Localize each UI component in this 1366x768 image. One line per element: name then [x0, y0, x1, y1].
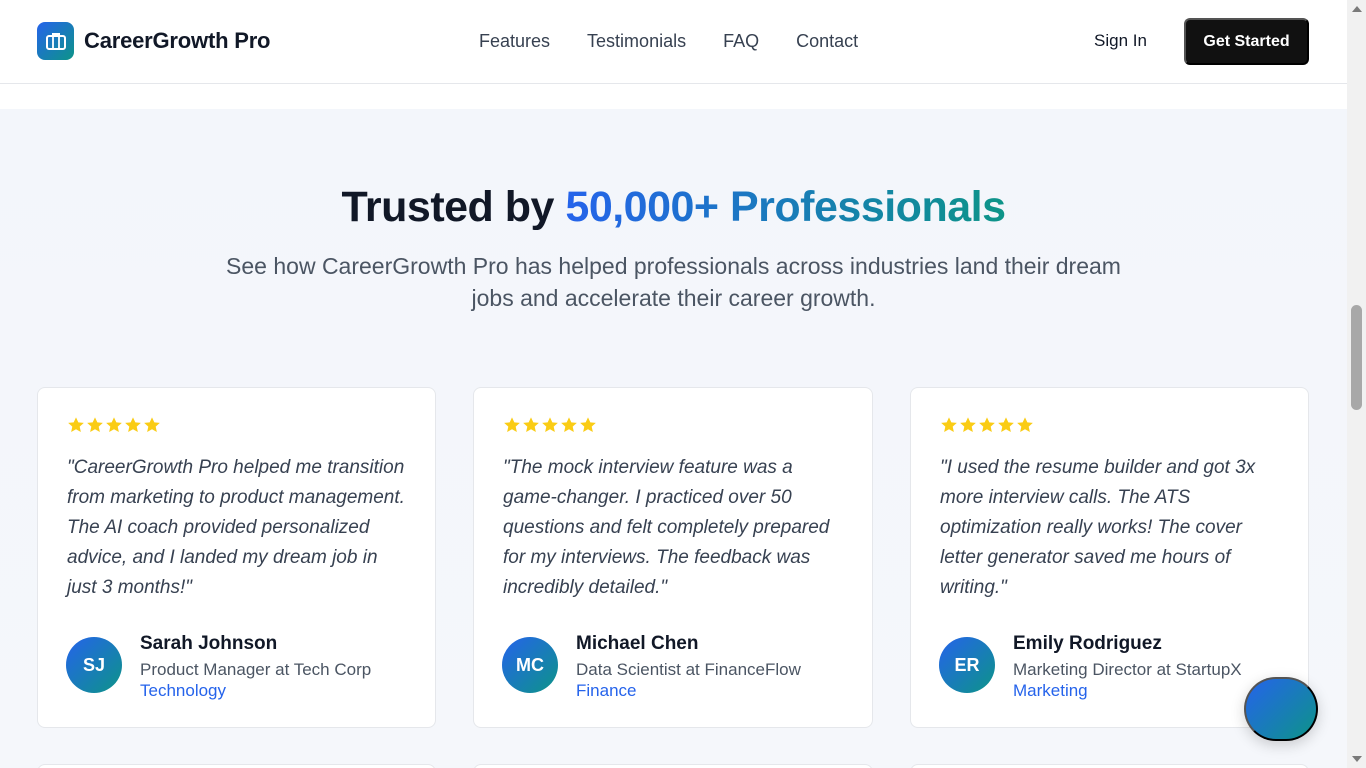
person-role: Data Scientist at FinanceFlow: [576, 660, 801, 679]
star-icon: [523, 417, 539, 433]
person-name: Michael Chen: [576, 633, 699, 654]
person-role: Marketing Director at StartupX: [1013, 660, 1242, 679]
star-icon: [1017, 417, 1033, 433]
main-nav: Features Testimonials FAQ Contact: [479, 30, 895, 52]
testimonial-quote: "CareerGrowth Pro helped me transition f…: [67, 457, 405, 598]
testimonial-quote: "The mock interview feature was a game-c…: [503, 457, 830, 598]
site-header: CareerGrowth Pro Features Testimonials F…: [0, 0, 1347, 84]
star-icon: [542, 417, 558, 433]
testimonial-quote: "I used the resume builder and got 3x mo…: [940, 457, 1256, 598]
person-role: Product Manager at Tech Corp: [140, 660, 372, 679]
star-icon: [979, 417, 995, 433]
scroll-down-arrow-icon[interactable]: [1352, 756, 1362, 762]
star-icon: [561, 417, 577, 433]
star-icon: [504, 417, 520, 433]
section-title-highlight: 50,000+ Professionals: [565, 183, 1006, 231]
brand-name: CareerGrowth Pro: [84, 28, 271, 53]
star-icon: [87, 417, 103, 433]
star-icon: [68, 417, 84, 433]
star-icon: [580, 417, 596, 433]
testimonial-card: "CareerGrowth Pro helped me transition f…: [37, 387, 436, 728]
testimonial-card: [37, 764, 436, 768]
nav-link-contact[interactable]: Contact: [796, 30, 858, 52]
section-title-prefix: Trusted by: [341, 183, 566, 231]
nav-link-testimonials[interactable]: Testimonials: [587, 30, 686, 52]
get-started-button[interactable]: Get Started: [1184, 18, 1309, 65]
testimonial-card: "The mock interview feature was a game-c…: [473, 387, 873, 728]
star-rating: [67, 416, 161, 434]
avatar: SJ: [66, 637, 122, 693]
star-rating: [503, 416, 597, 434]
scroll-up-arrow-icon[interactable]: [1352, 6, 1362, 12]
star-icon: [941, 417, 957, 433]
star-icon: [106, 417, 122, 433]
nav-link-faq[interactable]: FAQ: [723, 30, 759, 52]
avatar: MC: [502, 637, 558, 693]
star-rating: [940, 416, 1034, 434]
testimonial-card: [473, 764, 873, 768]
testimonial-card: [910, 764, 1309, 768]
page-scrollbar[interactable]: [1347, 0, 1366, 768]
person-name: Sarah Johnson: [140, 633, 278, 654]
scrollbar-thumb[interactable]: [1351, 305, 1362, 410]
chat-button[interactable]: [1244, 677, 1318, 741]
brand-logo[interactable]: CareerGrowth Pro: [37, 22, 270, 60]
testimonial-card: "I used the resume builder and got 3x mo…: [910, 387, 1309, 728]
avatar: ER: [939, 637, 995, 693]
star-icon: [998, 417, 1014, 433]
star-icon: [144, 417, 160, 433]
industry-tag: Finance: [576, 681, 637, 700]
section-title: Trusted by 50,000+ Professionals: [0, 182, 1347, 232]
star-icon: [125, 417, 141, 433]
star-icon: [960, 417, 976, 433]
industry-tag: Technology: [140, 681, 227, 700]
briefcase-icon: [37, 22, 74, 60]
section-subtitle: See how CareerGrowth Pro has helped prof…: [226, 253, 1121, 311]
industry-tag: Marketing: [1013, 681, 1088, 700]
sign-in-link[interactable]: Sign In: [1094, 30, 1147, 52]
person-name: Emily Rodriguez: [1013, 633, 1162, 654]
nav-link-features[interactable]: Features: [479, 30, 550, 52]
